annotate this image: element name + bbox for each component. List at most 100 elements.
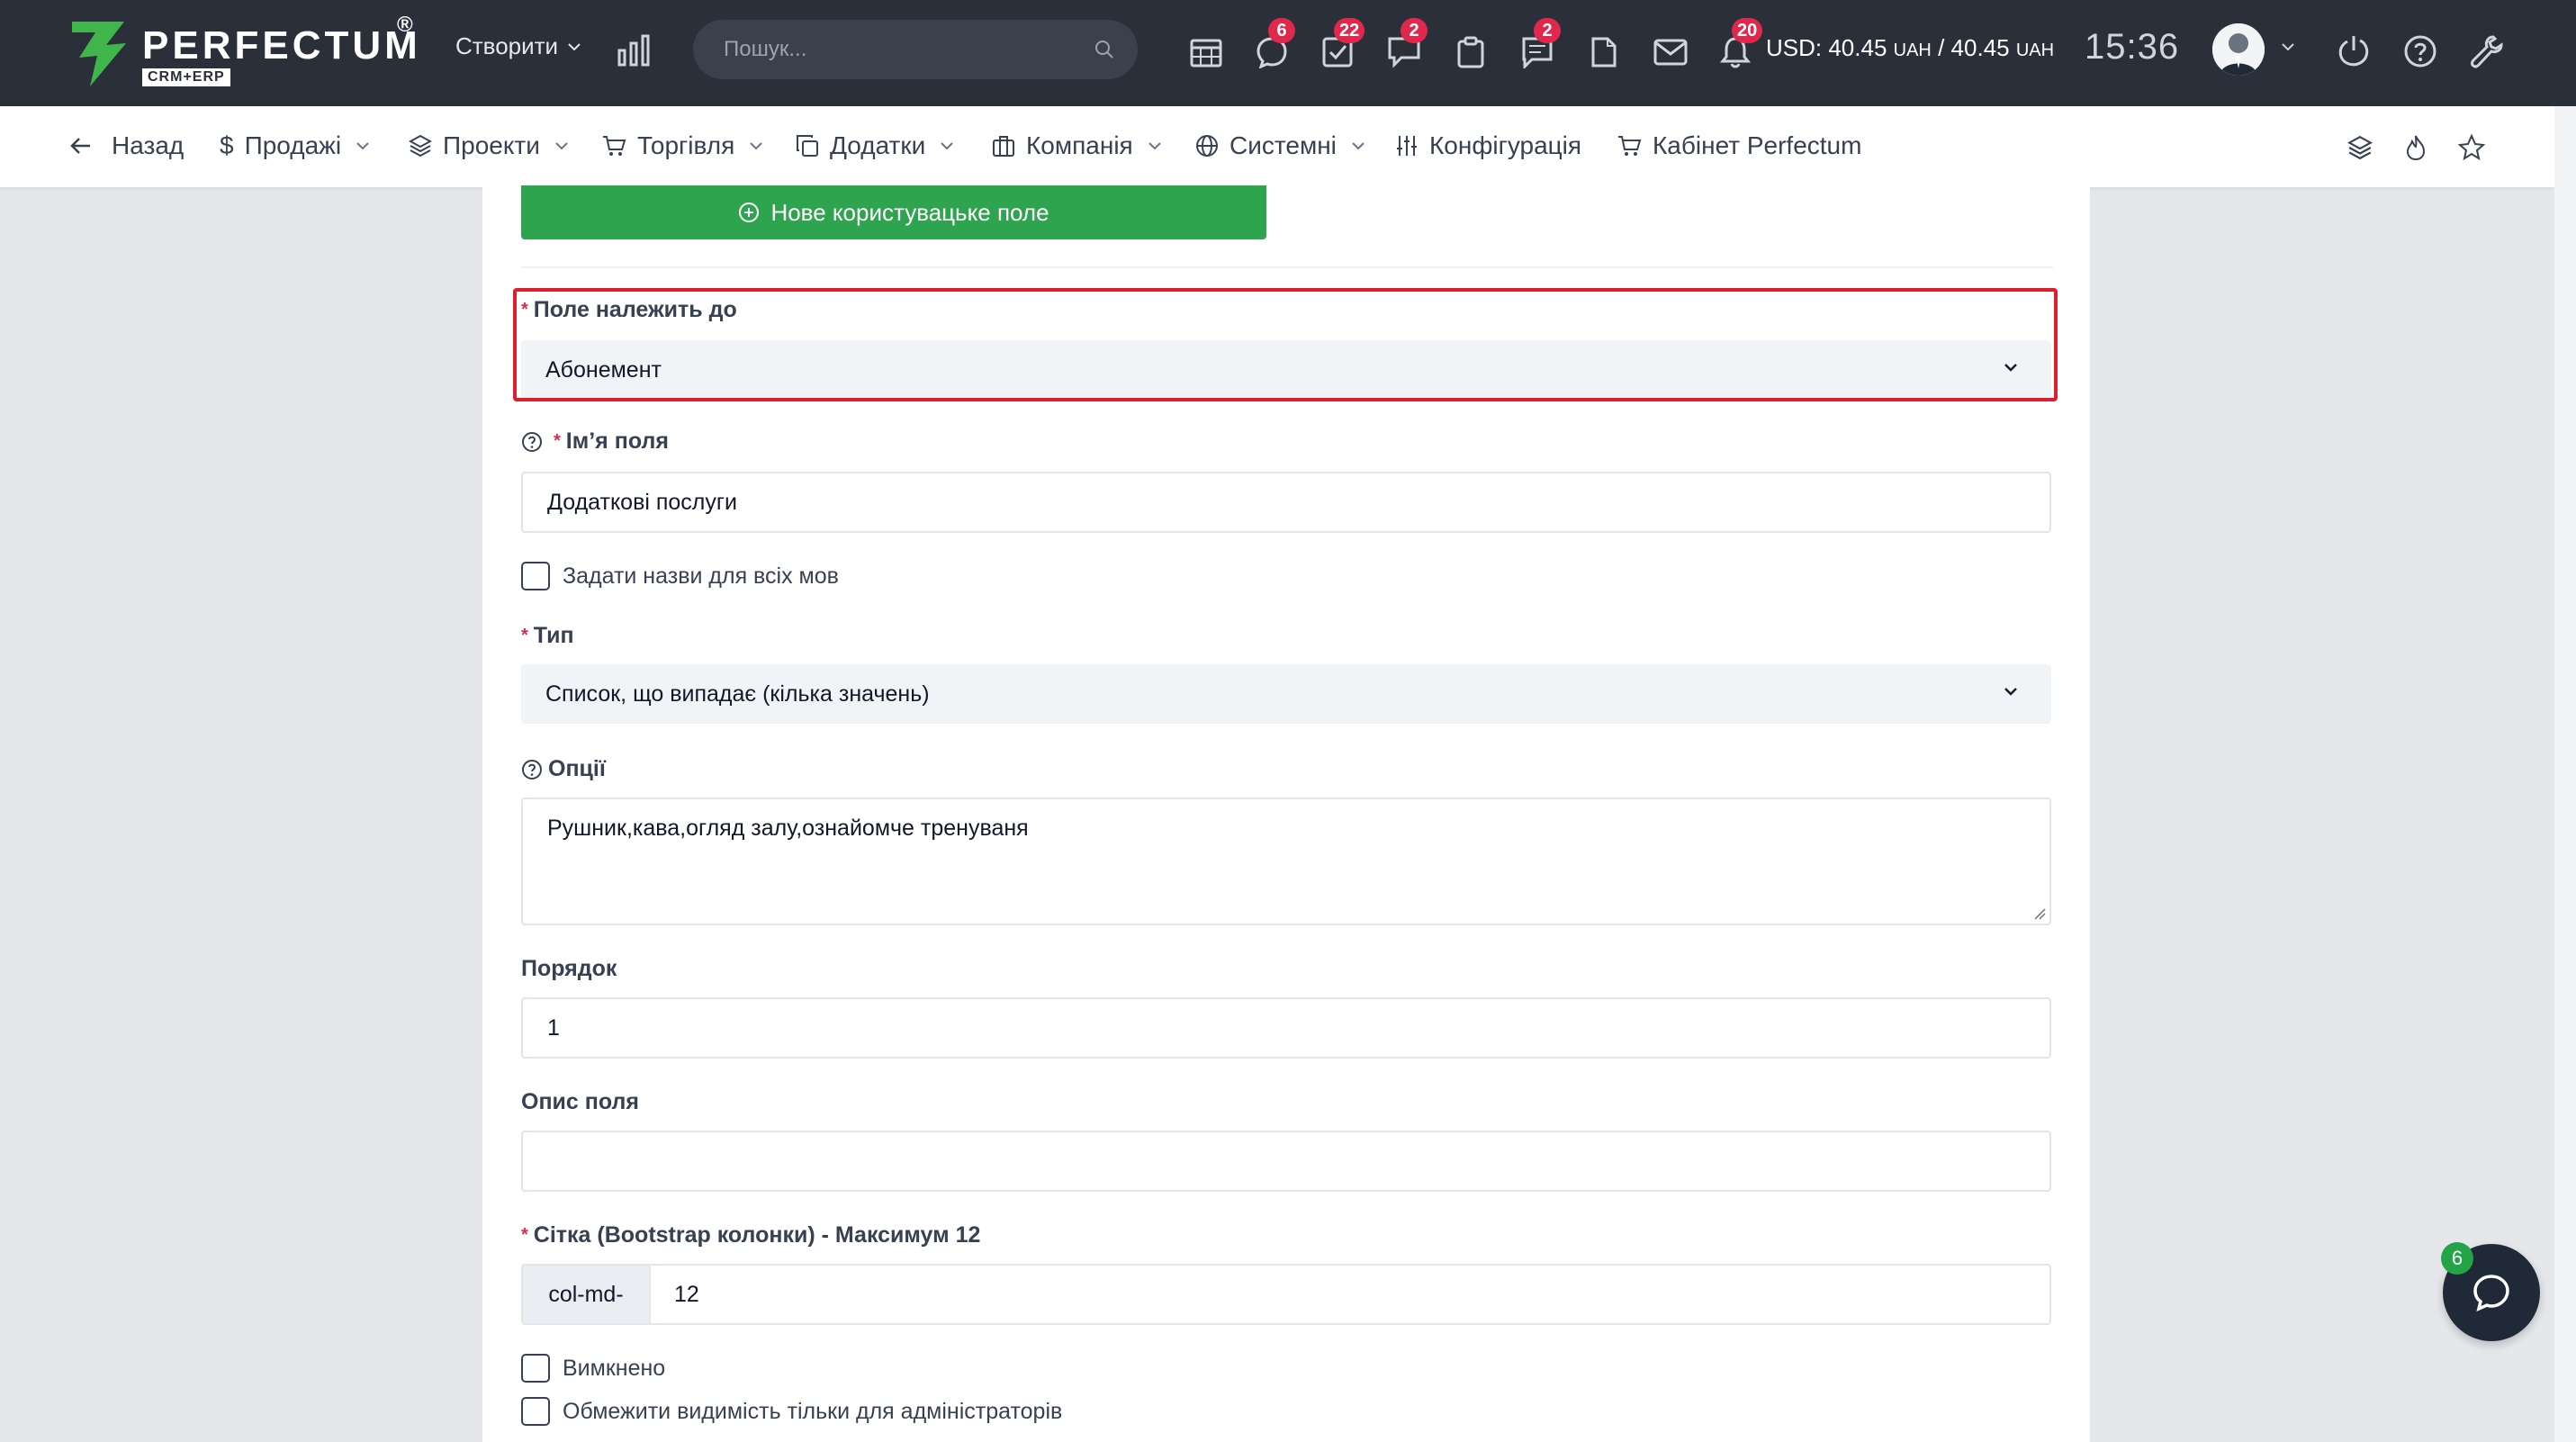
chevron-down-icon (555, 142, 568, 150)
logo-text: PERFECTUM (142, 23, 421, 68)
logo[interactable]: PERFECTUM ® CRM+ERP (70, 13, 430, 92)
user-menu-chevron[interactable] (2281, 40, 2295, 56)
nav-configuration[interactable]: Конфігурація (1395, 131, 1581, 160)
fire-icon[interactable] (2398, 130, 2434, 166)
chat-widget-button[interactable]: 6 (2441, 1242, 2540, 1341)
options-label: Опції (521, 756, 606, 782)
field-name-input[interactable]: Додаткові послуги (521, 472, 2051, 533)
building-icon (993, 136, 1014, 157)
top-bar: PERFECTUM ® CRM+ERP Створити 6 22 2 2 (0, 0, 2576, 106)
wrench-icon[interactable] (2466, 31, 2508, 72)
help-circle-icon[interactable] (521, 759, 543, 780)
power-icon[interactable] (2333, 31, 2374, 72)
description-label: Опис поля (521, 1089, 639, 1115)
nav-projects-label: Проекти (443, 131, 540, 159)
nav-projects[interactable]: Проекти (409, 131, 569, 160)
checkbox[interactable] (521, 1354, 550, 1383)
nav-sales-label: Продажі (244, 131, 342, 159)
copy-icon (797, 135, 818, 157)
comments-icon[interactable]: 2 (1384, 18, 1428, 72)
grid-label: * Сітка (Bootstrap колонки) - Максимум 1… (521, 1222, 980, 1248)
calendar-icon[interactable] (1186, 32, 1226, 72)
chevron-down-icon (750, 142, 762, 150)
tasks-icon[interactable]: 22 (1318, 18, 1365, 72)
nav-system[interactable]: Системні (1195, 131, 1365, 160)
logo-subtitle: CRM+ERP (142, 68, 230, 86)
new-custom-field-label: Нове користувацьке поле (770, 198, 1049, 226)
options-textarea[interactable]: Рушник,кава,огляд залу,ознайомче тренува… (521, 798, 2051, 925)
tasks-badge: 22 (1334, 18, 1365, 43)
chevron-down-icon (568, 42, 581, 50)
chat-widget-badge: 6 (2441, 1242, 2473, 1275)
new-custom-field-button[interactable]: Нове користувацьке поле (521, 185, 1266, 239)
nav-configuration-label: Конфігурація (1429, 131, 1582, 159)
currency-rate: USD: 40.45 UAH / 40.45 UAH (1766, 34, 2054, 62)
create-dropdown[interactable]: Створити (455, 32, 581, 60)
chat-bubble-icon[interactable]: 6 (1252, 18, 1295, 72)
description-input[interactable] (521, 1131, 2051, 1192)
grid-text: Сітка (Bootstrap колонки) - Максимум 12 (533, 1222, 981, 1248)
help-icon[interactable] (2400, 31, 2441, 72)
options-value: Рушник,кава,огляд залу,ознайомче тренува… (547, 816, 1029, 841)
nav-trade[interactable]: Торгівля (601, 131, 763, 160)
chevron-down-icon (356, 142, 369, 150)
admin-only-checkbox[interactable]: Обмежити видимість тільки для адміністра… (521, 1397, 1062, 1426)
layers-icon[interactable] (2342, 130, 2378, 166)
belongs-to-text: Поле належить до (533, 297, 737, 322)
notifications-badge: 20 (1732, 18, 1763, 43)
belongs-to-label: * Поле належить до (521, 297, 737, 323)
search-box[interactable] (693, 20, 1138, 79)
page-scrollbar[interactable] (2554, 106, 2576, 1442)
description-text: Опис поля (521, 1089, 639, 1114)
arrow-left-icon (70, 138, 90, 154)
help-circle-icon[interactable] (521, 431, 543, 453)
type-value: Список, що випадає (кілька значень) (545, 680, 930, 707)
currency-unit: UAH (2015, 41, 2055, 60)
comments-badge: 2 (1401, 18, 1428, 43)
type-label: * Тип (521, 623, 574, 649)
grid-value: 12 (674, 1281, 699, 1307)
order-input[interactable]: 1 (521, 997, 2051, 1059)
avatar[interactable] (2212, 23, 2265, 76)
options-text: Опції (548, 756, 606, 781)
nav-company[interactable]: Компанія (992, 131, 1162, 160)
field-name-text: Ім’я поля (565, 428, 669, 454)
main-nav: Назад $ Продажі Проекти Торгівля Додатки… (0, 106, 2554, 187)
nav-trade-label: Торгівля (637, 131, 735, 159)
nav-back-label: Назад (112, 131, 185, 159)
logo-mark-icon (72, 22, 126, 86)
nav-addons-label: Додатки (830, 131, 926, 159)
notifications-icon[interactable]: 20 (1716, 18, 1763, 72)
all-languages-checkbox[interactable]: Задати назви для всіх мов (521, 562, 839, 590)
chat-icon (2473, 1275, 2509, 1312)
messages-icon[interactable]: 2 (1518, 18, 1561, 72)
mail-icon[interactable] (1651, 32, 1690, 72)
resize-handle-icon[interactable] (2033, 907, 2046, 920)
field-name-label: * Ім’я поля (521, 428, 669, 455)
nav-sales[interactable]: $ Продажі (220, 131, 370, 160)
order-label: Порядок (521, 956, 617, 982)
grid-prefix: col-md- (521, 1264, 649, 1325)
type-select[interactable]: Список, що випадає (кілька значень) (521, 664, 2051, 724)
grid-input[interactable]: 12 (649, 1264, 2051, 1325)
chat-badge: 6 (1268, 18, 1295, 43)
nav-addons[interactable]: Додатки (796, 131, 954, 160)
nav-perfectum-cabinet-label: Кабінет Perfectum (1653, 131, 1862, 159)
disabled-checkbox[interactable]: Вимкнено (521, 1354, 665, 1383)
belongs-to-select[interactable]: Абонемент (521, 340, 2051, 400)
nav-back[interactable]: Назад (70, 131, 184, 160)
chevron-down-icon (2004, 688, 2017, 696)
search-input[interactable] (693, 20, 1138, 79)
messages-badge: 2 (1534, 18, 1561, 43)
clipboard-icon[interactable] (1451, 32, 1491, 72)
currency-second: / 40.45 (1931, 34, 2016, 61)
checkbox[interactable] (521, 1397, 550, 1426)
checkbox[interactable] (521, 562, 550, 590)
order-text: Порядок (521, 956, 617, 981)
plus-circle-icon (739, 203, 760, 222)
document-icon[interactable] (1584, 32, 1624, 72)
star-icon[interactable] (2454, 130, 2490, 166)
search-icon[interactable] (1094, 40, 1114, 59)
nav-perfectum-cabinet[interactable]: Кабінет Perfectum (1617, 131, 1861, 160)
stats-icon[interactable] (617, 34, 652, 71)
